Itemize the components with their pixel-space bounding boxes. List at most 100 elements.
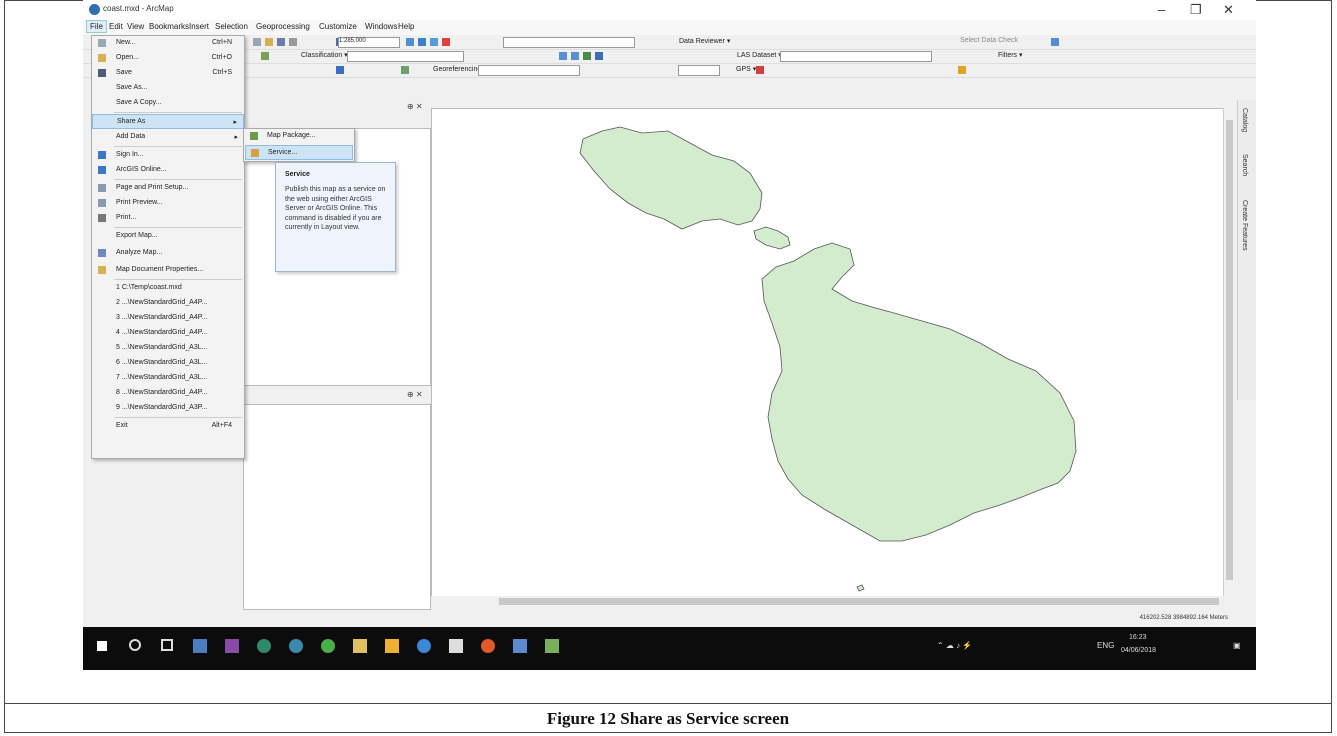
new-icon[interactable] bbox=[253, 38, 261, 46]
panel2-pin-close[interactable]: ⊕ ✕ bbox=[407, 390, 423, 399]
close-button[interactable]: ✕ bbox=[1223, 2, 1234, 18]
menu-save-as[interactable]: Save As... bbox=[92, 81, 244, 96]
dock-tab-create-features[interactable]: Create Features bbox=[1241, 200, 1248, 251]
tray-icons[interactable]: ⌃ ☁ ♪ ⚡ bbox=[937, 641, 972, 650]
menu-exit[interactable]: Exit Alt+F4 bbox=[92, 419, 244, 434]
menu-view[interactable]: View bbox=[127, 22, 144, 31]
gps-icon[interactable] bbox=[756, 66, 764, 74]
menu-page-print-setup[interactable]: Page and Print Setup... bbox=[92, 181, 244, 196]
menu-recent-9[interactable]: 9 ...\NewStandardGrid_A3P... bbox=[92, 401, 244, 416]
menu-recent-2[interactable]: 2 ...\NewStandardGrid_A4P... bbox=[92, 296, 244, 311]
file-explorer-icon[interactable] bbox=[353, 639, 367, 653]
task-view-icon[interactable] bbox=[161, 639, 173, 651]
menu-open[interactable]: Open... Ctrl+O bbox=[92, 51, 244, 66]
menu-selection[interactable]: Selection bbox=[215, 22, 248, 31]
app-icon-3[interactable] bbox=[257, 639, 271, 653]
menu-insert[interactable]: Insert bbox=[189, 22, 209, 31]
app-icon-2[interactable] bbox=[225, 639, 239, 653]
sticky-notes-icon[interactable] bbox=[385, 639, 399, 653]
zoom-in-icon[interactable] bbox=[559, 52, 567, 60]
search-icon[interactable] bbox=[129, 639, 141, 651]
mail-icon[interactable] bbox=[449, 639, 463, 653]
clock-date[interactable]: 04/06/2018 bbox=[1121, 647, 1156, 654]
menu-file[interactable]: File bbox=[86, 20, 107, 33]
filters-menu[interactable]: Filters ▾ bbox=[998, 51, 1023, 59]
map-horizontal-scrollbar[interactable] bbox=[431, 596, 1235, 608]
menu-print-preview[interactable]: Print Preview... bbox=[92, 196, 244, 211]
app-icon-4[interactable] bbox=[513, 639, 527, 653]
table-icon[interactable] bbox=[418, 38, 426, 46]
georef-layer-icon[interactable] bbox=[401, 66, 409, 74]
georef-input[interactable] bbox=[678, 65, 720, 76]
menu-arcgis-online[interactable]: ArcGIS Online... bbox=[92, 163, 244, 178]
select-data-check[interactable]: Select Data Check bbox=[960, 37, 1018, 44]
menu-share-as[interactable]: Share As ▸ bbox=[92, 114, 244, 129]
menu-recent-8[interactable]: 8 ...\NewStandardGrid_A4P... bbox=[92, 386, 244, 401]
layer-icon[interactable] bbox=[261, 52, 269, 60]
menu-customize[interactable]: Customize bbox=[319, 22, 357, 31]
notifications-icon[interactable]: ▣ bbox=[1233, 641, 1241, 650]
vscroll-thumb[interactable] bbox=[1226, 120, 1233, 580]
browser-icon[interactable] bbox=[417, 639, 431, 653]
app-icon-1[interactable] bbox=[193, 639, 207, 653]
full-extent-icon[interactable] bbox=[595, 52, 603, 60]
map-view[interactable] bbox=[431, 108, 1225, 598]
classification-field[interactable] bbox=[347, 51, 464, 62]
language-indicator[interactable]: ENG bbox=[1097, 641, 1114, 650]
las-dataset-menu[interactable]: LAS Dataset ▾ bbox=[737, 51, 782, 59]
menu-print[interactable]: Print... bbox=[92, 211, 244, 226]
editor-icon[interactable] bbox=[406, 38, 414, 46]
menu-recent-5[interactable]: 5 ...\NewStandardGrid_A3L... bbox=[92, 341, 244, 356]
menu-map-document-properties[interactable]: Map Document Properties... bbox=[92, 263, 244, 278]
menu-geoprocessing[interactable]: Geoprocessing bbox=[256, 22, 310, 31]
catalog-icon[interactable] bbox=[442, 38, 450, 46]
menu-add-data[interactable]: Add Data ▸ bbox=[92, 130, 244, 145]
submenu-map-package[interactable]: Map Package... bbox=[245, 129, 353, 144]
menu-export-map[interactable]: Export Map... bbox=[92, 229, 244, 244]
scale-input[interactable]: 1:285,000 bbox=[338, 37, 400, 48]
map-vertical-scrollbar[interactable] bbox=[1223, 108, 1235, 596]
qgis-icon[interactable] bbox=[321, 639, 335, 653]
toc-icon[interactable] bbox=[430, 38, 438, 46]
menu-new[interactable]: New... Ctrl+N bbox=[92, 36, 244, 51]
menu-edit[interactable]: Edit bbox=[109, 22, 123, 31]
app-icon-5[interactable] bbox=[545, 639, 559, 653]
gps-menu[interactable]: GPS ▾ bbox=[736, 65, 756, 73]
maximize-button[interactable]: ❐ bbox=[1190, 2, 1202, 18]
menu-recent-1[interactable]: 1 C:\Temp\coast.mxd bbox=[92, 281, 244, 296]
open-icon[interactable] bbox=[265, 38, 273, 46]
data-reviewer-menu[interactable]: Data Reviewer ▾ bbox=[679, 37, 730, 45]
dock-tab-catalog[interactable]: Catalog bbox=[1241, 108, 1248, 132]
hscroll-thumb[interactable] bbox=[499, 598, 1219, 605]
menu-save-a-copy[interactable]: Save A Copy... bbox=[92, 96, 244, 111]
georef-layer-field[interactable] bbox=[478, 65, 580, 76]
save-icon[interactable] bbox=[277, 38, 285, 46]
layer-dropdown[interactable] bbox=[503, 37, 635, 48]
menu-bookmarks[interactable]: Bookmarks bbox=[149, 22, 189, 31]
panel-pin-close[interactable]: ⊕ ✕ bbox=[407, 102, 423, 111]
menu-recent-6[interactable]: 6 ...\NewStandardGrid_A3L... bbox=[92, 356, 244, 371]
menu-recent-7[interactable]: 7 ...\NewStandardGrid_A3L... bbox=[92, 371, 244, 386]
submenu-service[interactable]: Service... bbox=[245, 145, 353, 160]
menu-recent-4[interactable]: 4 ...\NewStandardGrid_A4P... bbox=[92, 326, 244, 341]
dock-tab-search[interactable]: Search bbox=[1241, 154, 1248, 176]
menu-sign-in[interactable]: Sign In... bbox=[92, 148, 244, 163]
print-icon[interactable] bbox=[289, 38, 297, 46]
menu-analyze-map[interactable]: Analyze Map... bbox=[92, 246, 244, 261]
menu-help[interactable]: Help bbox=[398, 22, 414, 31]
menu-windows[interactable]: Windows bbox=[365, 22, 397, 31]
pan-icon[interactable] bbox=[583, 52, 591, 60]
minimize-button[interactable]: – bbox=[1158, 2, 1165, 17]
chrome-icon[interactable] bbox=[481, 639, 495, 653]
las-dataset-field[interactable] bbox=[780, 51, 932, 62]
arcmap-taskbar-icon[interactable] bbox=[289, 639, 303, 653]
windows-start-icon[interactable] bbox=[97, 641, 107, 651]
layer-color-icon[interactable] bbox=[336, 66, 344, 74]
menu-save[interactable]: Save Ctrl+S bbox=[92, 66, 244, 81]
menu-recent-3[interactable]: 3 ...\NewStandardGrid_A4P... bbox=[92, 311, 244, 326]
reviewer-tool-icon[interactable] bbox=[1051, 38, 1059, 46]
zoom-out-icon[interactable] bbox=[571, 52, 579, 60]
clock-time[interactable]: 16:23 bbox=[1129, 634, 1147, 641]
classification-menu[interactable]: Classification ▾ bbox=[301, 51, 348, 59]
marker-icon[interactable] bbox=[958, 66, 966, 74]
